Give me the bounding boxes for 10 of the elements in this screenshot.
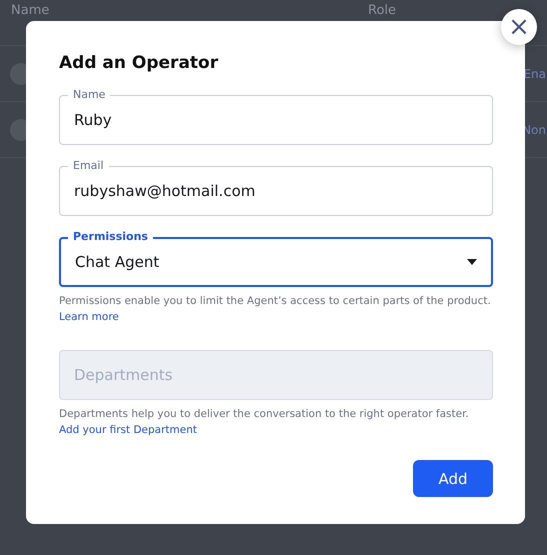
help-link[interactable]: Add your first Department	[59, 424, 198, 436]
caret-icon	[467, 259, 477, 265]
close-button[interactable]: ×	[501, 9, 537, 45]
help-text: Departments help you to deliver the conversation to the right operator faster. Add your first Department	[59, 407, 470, 438]
add-button[interactable]: Add	[413, 460, 493, 497]
column-header: Name	[10, 3, 50, 18]
help-link[interactable]: Learn more	[59, 311, 119, 323]
column-header: Role	[368, 3, 398, 18]
help-text: Permissions enable you to limit the Agent’s access to certain parts of the product. Learn more	[59, 294, 492, 325]
dialog-title: Add an Operator	[59, 53, 220, 73]
